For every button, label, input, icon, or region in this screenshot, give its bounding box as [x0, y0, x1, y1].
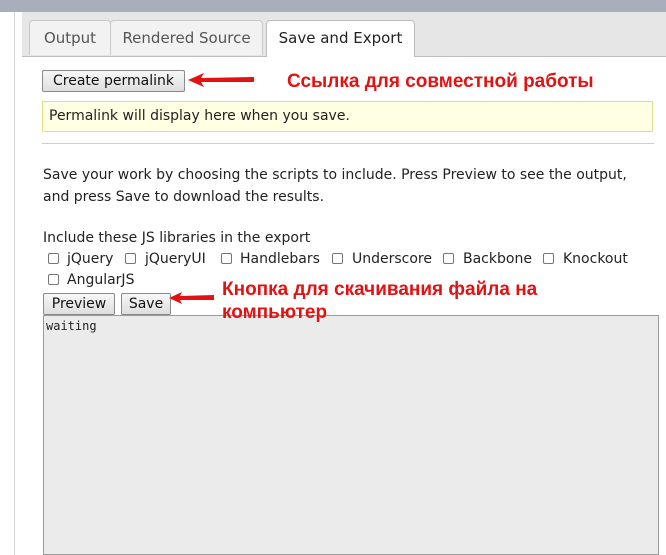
create-permalink-button[interactable]: Create permalink — [42, 70, 185, 92]
annotation-arrow-save-icon — [169, 292, 214, 304]
checkbox-jqueryui[interactable] — [125, 253, 136, 264]
checkbox-label-handlebars: Handlebars — [240, 251, 320, 267]
checkbox-jquery[interactable] — [48, 253, 59, 264]
annotation-permalink: Ссылка для совместной работы — [287, 71, 594, 92]
checkbox-label-angularjs: AngularJS — [67, 272, 135, 288]
permalink-display: Permalink will display here when you sav… — [42, 101, 653, 132]
checkbox-angularjs[interactable] — [48, 274, 59, 285]
checkbox-knockout[interactable] — [543, 253, 554, 264]
save-button[interactable]: Save — [121, 293, 171, 315]
tab-strip: Output Rendered Source Save and Export — [22, 12, 666, 57]
left-divider — [14, 12, 15, 555]
annotation-arrow-permalink-icon — [188, 73, 254, 87]
export-output-area[interactable]: waiting — [43, 315, 659, 555]
checkbox-label-underscore: Underscore — [352, 251, 432, 267]
save-instructions: Save your work by choosing the scripts t… — [43, 167, 627, 205]
checkbox-label-jqueryui: jQueryUI — [145, 251, 206, 267]
checkbox-label-jquery: jQuery — [67, 251, 114, 267]
checkbox-label-backbone: Backbone — [463, 251, 532, 267]
divider — [42, 143, 654, 144]
annotation-save-line2: компьютер — [222, 302, 328, 323]
annotation-save-line1: Кнопка для скачивания файла на — [222, 279, 538, 300]
window-top-bar — [0, 0, 666, 12]
checkbox-label-knockout: Knockout — [563, 251, 628, 267]
checkbox-underscore[interactable] — [332, 253, 343, 264]
checkbox-backbone[interactable] — [443, 253, 454, 264]
checkbox-handlebars[interactable] — [221, 253, 232, 264]
tab-save-and-export[interactable]: Save and Export — [266, 20, 415, 57]
tab-output[interactable]: Output — [29, 20, 111, 55]
tab-rendered-source[interactable]: Rendered Source — [110, 20, 263, 55]
libraries-label: Include these JS libraries in the export — [43, 230, 311, 246]
preview-button[interactable]: Preview — [43, 293, 115, 315]
